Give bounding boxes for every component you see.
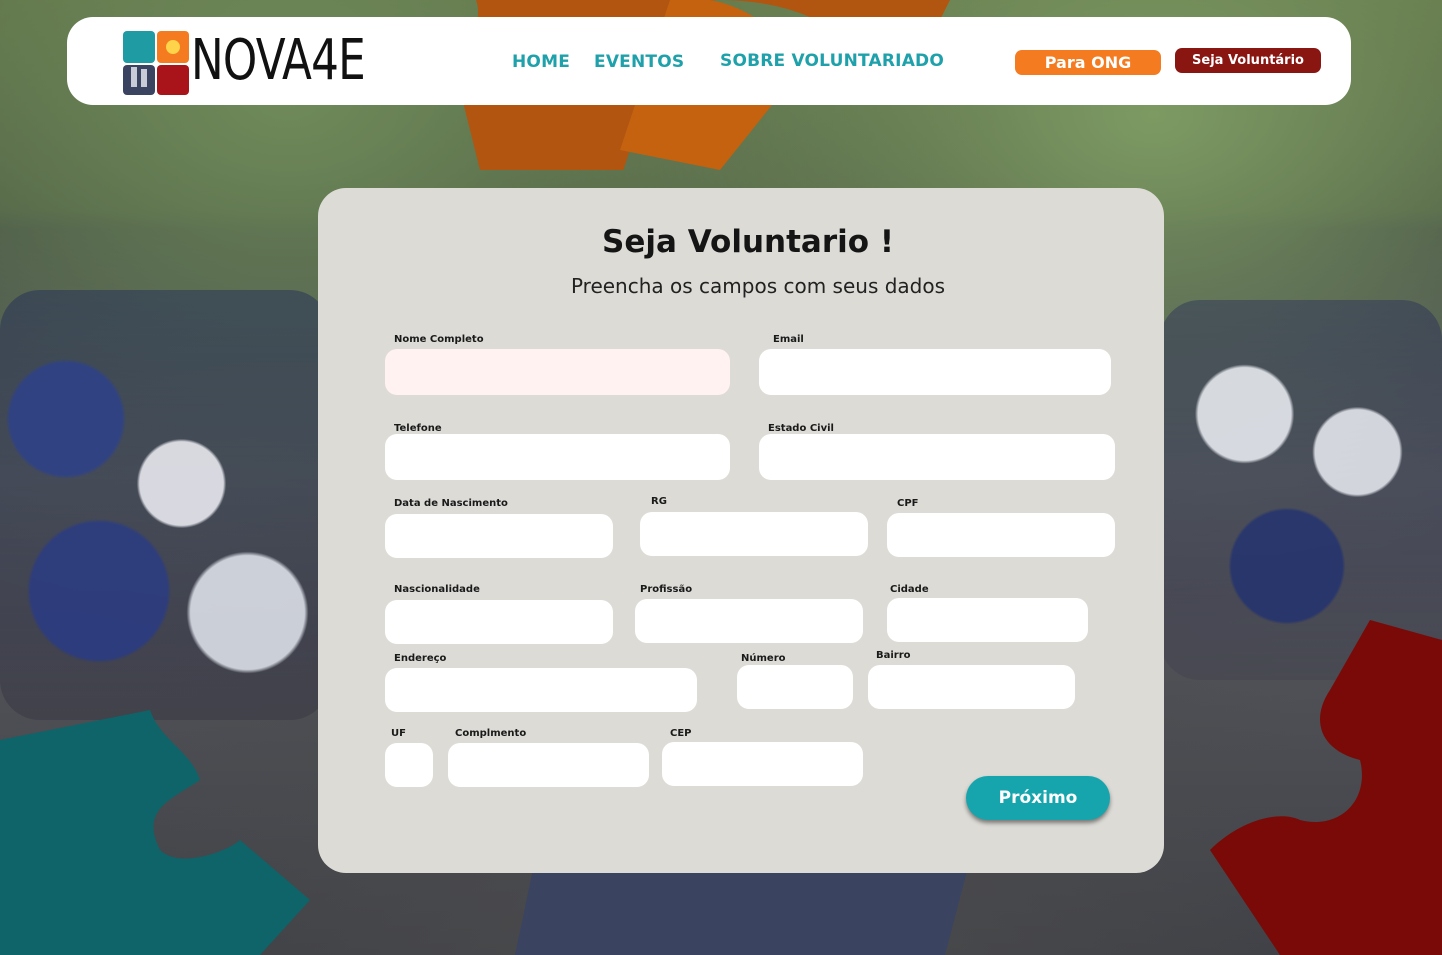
background-crowd-left <box>0 290 330 720</box>
email-label: Email <box>773 334 804 345</box>
complemento-input[interactable] <box>448 743 649 787</box>
telefone-input[interactable] <box>385 434 730 480</box>
nova4e-logo-icon <box>123 31 189 95</box>
red-puzzle-piece <box>1210 620 1442 955</box>
nascimento-label: Data de Nascimento <box>394 498 508 509</box>
top-navbar: NOVA4E HOME EVENTOS SOBRE VOLUNTARIADO P… <box>67 17 1351 105</box>
endereco-input[interactable] <box>385 668 697 712</box>
rg-label: RG <box>651 496 667 507</box>
rg-input[interactable] <box>640 512 868 556</box>
navy-puzzle-piece <box>515 860 970 955</box>
proximo-button[interactable]: Próximo <box>966 776 1110 820</box>
nacionalidade-label: Nascionalidade <box>394 584 480 595</box>
para-ong-button[interactable]: Para ONG <box>1015 50 1161 75</box>
logo-wordmark: NOVA4E <box>191 28 366 93</box>
estado-civil-label: Estado Civil <box>768 423 834 434</box>
profissao-label: Profissão <box>640 584 693 595</box>
form-title: Seja Voluntario ! <box>602 224 894 260</box>
email-input[interactable] <box>759 349 1111 395</box>
estado-civil-input[interactable] <box>759 434 1115 480</box>
nome-label: Nome Completo <box>394 334 484 345</box>
bairro-label: Bairro <box>876 650 911 661</box>
form-subtitle: Preencha os campos com seus dados <box>570 274 946 298</box>
cep-label: CEP <box>670 728 692 739</box>
profissao-input[interactable] <box>635 599 863 643</box>
nacionalidade-input[interactable] <box>385 600 613 644</box>
endereco-label: Endereço <box>394 653 447 664</box>
cidade-label: Cidade <box>890 584 929 595</box>
volunteer-form-card: Seja Voluntario ! Preencha os campos com… <box>318 188 1164 873</box>
teal-puzzle-piece <box>0 710 310 955</box>
nav-sobre-voluntariado[interactable]: SOBRE VOLUNTARIADO <box>720 51 944 71</box>
seja-voluntario-button[interactable]: Seja Voluntário <box>1175 48 1321 73</box>
bairro-input[interactable] <box>868 665 1075 709</box>
numero-label: Número <box>741 653 786 664</box>
nav-eventos[interactable]: EVENTOS <box>594 52 684 72</box>
data-nascimento-input[interactable] <box>385 514 613 558</box>
uf-input[interactable] <box>385 743 433 787</box>
numero-input[interactable] <box>737 665 853 709</box>
cpf-label: CPF <box>897 498 919 509</box>
cidade-input[interactable] <box>887 598 1088 642</box>
nav-home[interactable]: HOME <box>512 52 570 72</box>
nome-completo-input[interactable] <box>385 349 730 395</box>
complemento-label: Complmento <box>455 728 527 739</box>
cpf-input[interactable] <box>887 513 1115 557</box>
uf-label: UF <box>391 728 406 739</box>
cep-input[interactable] <box>662 742 863 786</box>
telefone-label: Telefone <box>394 423 442 434</box>
